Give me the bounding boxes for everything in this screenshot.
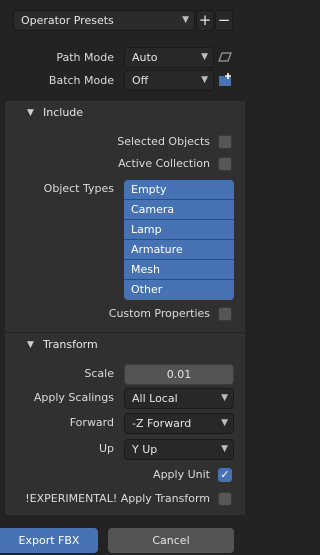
scale-value: 0.01 — [166, 368, 192, 381]
cancel-button[interactable]: Cancel — [108, 528, 234, 553]
path-mode-label: Path Mode — [56, 51, 114, 64]
up-dropdown[interactable]: Y Up ▼ — [124, 439, 234, 460]
selected-objects-checkbox[interactable] — [218, 135, 232, 149]
operator-presets-label: Operator Presets — [21, 14, 114, 27]
up-label: Up — [98, 442, 114, 455]
scale-label: Scale — [84, 367, 114, 380]
path-mode-value: Auto — [132, 51, 158, 64]
object-type-mesh[interactable]: Mesh — [124, 260, 234, 280]
object-type-empty[interactable]: Empty — [124, 180, 234, 200]
object-type-armature[interactable]: Armature — [124, 240, 234, 260]
apply-unit-label: Apply Unit — [153, 468, 210, 481]
include-panel-header[interactable]: ▼ Include — [5, 101, 245, 125]
export-fbx-button[interactable]: Export FBX — [0, 528, 98, 553]
chevron-down-icon: ▼ — [201, 52, 208, 62]
disclosure-triangle-icon: ▼ — [27, 340, 34, 350]
custom-properties-label: Custom Properties — [108, 307, 210, 320]
operator-presets-dropdown[interactable]: Operator Presets ▼ — [13, 10, 195, 31]
selected-objects-label: Selected Objects — [117, 135, 210, 148]
batch-mode-dropdown[interactable]: Off ▼ — [124, 70, 214, 91]
apply-transform-label: !EXPERIMENTAL! Apply Transform — [25, 492, 210, 505]
chevron-down-icon: ▼ — [221, 444, 228, 454]
forward-value: -Z Forward — [132, 417, 192, 430]
up-value: Y Up — [132, 443, 158, 456]
apply-scalings-label: Apply Scalings — [33, 391, 114, 404]
transform-title: Transform — [43, 338, 98, 351]
transform-panel-header[interactable]: ▼ Transform — [5, 333, 245, 357]
active-collection-label: Active Collection — [118, 157, 210, 170]
batch-mode-value: Off — [132, 74, 149, 87]
chevron-down-icon: ▼ — [221, 393, 228, 403]
apply-scalings-dropdown[interactable]: All Local ▼ — [124, 388, 234, 409]
export-fbx-label: Export FBX — [18, 534, 80, 547]
disclosure-triangle-icon: ▼ — [27, 108, 34, 118]
forward-dropdown[interactable]: -Z Forward ▼ — [124, 413, 234, 434]
include-title: Include — [43, 106, 84, 119]
chevron-down-icon: ▼ — [221, 418, 228, 428]
batch-mode-label: Batch Mode — [48, 74, 114, 87]
object-type-lamp[interactable]: Lamp — [124, 220, 234, 240]
path-mode-dropdown[interactable]: Auto ▼ — [124, 47, 214, 68]
object-types-label: Object Types — [43, 182, 114, 195]
chevron-down-icon: ▼ — [182, 15, 189, 25]
object-types-list: Empty Camera Lamp Armature Mesh Other — [124, 180, 234, 300]
apply-unit-checkbox[interactable]: ✓ — [218, 468, 232, 482]
embed-textures-icon[interactable] — [218, 51, 232, 63]
object-type-other[interactable]: Other — [124, 280, 234, 300]
forward-label: Forward — [69, 416, 114, 429]
apply-transform-checkbox[interactable] — [218, 492, 232, 506]
remove-preset-button[interactable]: − — [215, 10, 233, 31]
apply-scalings-value: All Local — [132, 392, 178, 405]
new-folder-icon[interactable] — [218, 72, 234, 88]
custom-properties-checkbox[interactable] — [218, 307, 232, 321]
scale-input[interactable]: 0.01 — [124, 364, 234, 385]
object-type-camera[interactable]: Camera — [124, 200, 234, 220]
cancel-label: Cancel — [152, 534, 190, 547]
add-preset-button[interactable]: + — [196, 10, 214, 31]
chevron-down-icon: ▼ — [201, 75, 208, 85]
active-collection-checkbox[interactable] — [218, 157, 232, 171]
